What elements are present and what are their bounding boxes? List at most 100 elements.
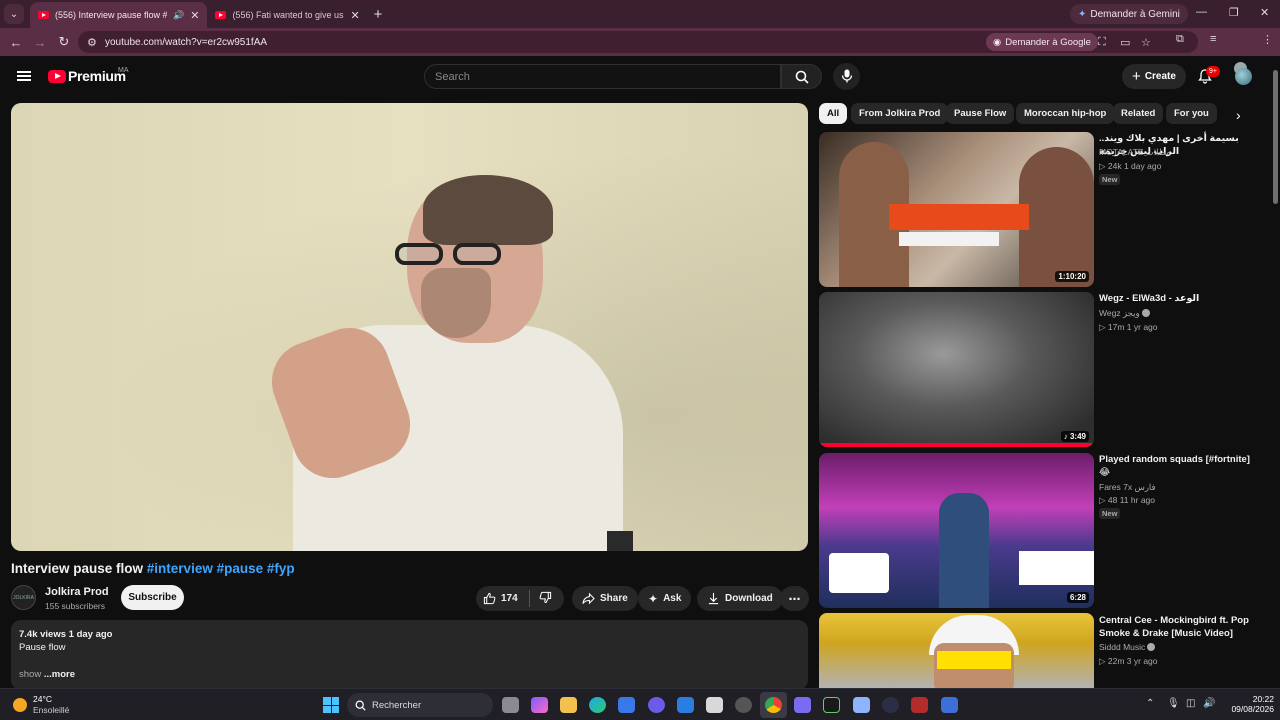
discord-icon[interactable]	[648, 697, 665, 713]
rec-title-4[interactable]: Central Cee - Mockingbird ft. Pop Smoke …	[1099, 614, 1259, 640]
maximize-icon[interactable]: ❐	[1229, 6, 1239, 19]
back-icon[interactable]: ←	[4, 35, 28, 50]
channel-name[interactable]: Jolkira Prod	[45, 586, 109, 598]
create-button[interactable]: + Create	[1122, 64, 1186, 89]
account-avatar[interactable]	[1235, 68, 1252, 85]
show-more[interactable]: show ...more	[19, 669, 75, 680]
gemini-button[interactable]: ✦ Demander à Gemini	[1070, 4, 1188, 24]
taskbar-search[interactable]: Rechercher	[347, 693, 493, 717]
rec-views-2: ▷ 17m 1 yr ago	[1099, 322, 1158, 332]
video-player[interactable]	[11, 103, 808, 551]
chevron-right-icon[interactable]: ›	[1236, 107, 1241, 123]
chip-from-channel[interactable]: From Jolkira Prod	[851, 103, 949, 124]
copilot-icon[interactable]	[531, 697, 548, 713]
bookmark-star-icon[interactable]: ☆	[1141, 36, 1151, 49]
chip-related[interactable]: Related	[1113, 103, 1164, 124]
temperature[interactable]: 24°C	[33, 694, 52, 704]
sun-weather-icon[interactable]	[13, 698, 27, 712]
tab-close-icon[interactable]: ✕	[350, 9, 359, 22]
search-input[interactable]	[425, 65, 780, 88]
thumbs-up-icon	[483, 592, 496, 605]
rec-channel-1[interactable]: MOTALATE مطلات	[1099, 147, 1171, 158]
thumb-figure	[1019, 147, 1094, 287]
tab-close-icon[interactable]: ✕	[190, 9, 199, 22]
forward-icon[interactable]: →	[28, 35, 52, 50]
search-button[interactable]	[781, 64, 822, 89]
taskbar-search-label: Rechercher	[372, 699, 422, 711]
tab-search-icon[interactable]: ⌄	[4, 4, 24, 24]
scrollbar-thumb[interactable]	[1273, 70, 1278, 204]
tray-chevron-up-icon[interactable]: ⌃	[1146, 698, 1154, 709]
obs-icon[interactable]	[882, 697, 899, 713]
store-icon[interactable]	[618, 697, 635, 713]
view-count-date: 7.4k views 1 day ago	[19, 629, 113, 640]
rec-thumbnail-1[interactable]: 1:10:20	[819, 132, 1094, 287]
chrome-icon[interactable]	[765, 697, 782, 713]
reading-list-icon[interactable]: ≡	[1210, 33, 1216, 45]
media-app-icon[interactable]	[911, 697, 928, 713]
close-window-icon[interactable]: ✕	[1260, 6, 1269, 19]
tab-inactive[interactable]: (556) Fati wanted to give us mo ✕	[207, 2, 367, 28]
microphone-tray-icon[interactable]: 🎙	[1167, 698, 1180, 709]
page-scrollbar[interactable]	[1271, 58, 1280, 688]
site-info-icon[interactable]: ⚙	[87, 36, 97, 49]
cast-icon[interactable]: ▭	[1120, 36, 1130, 49]
address-bar[interactable]: ⚙ youtube.com/watch?v=er2cw951fAA ◉ Dema…	[78, 31, 1198, 53]
gamepad-icon[interactable]	[794, 697, 811, 713]
chip-for-you[interactable]: For you	[1166, 103, 1217, 124]
clock-date: 09/08/2026	[1231, 704, 1274, 714]
rec-channel-2[interactable]: Wegz ويجز	[1099, 308, 1150, 319]
tab-active[interactable]: (556) Interview pause flow # 🔊 ✕	[30, 2, 208, 28]
more-actions-button[interactable]: ⋯	[780, 586, 809, 611]
youtube-favicon-icon	[215, 11, 227, 19]
like-button[interactable]: 174	[476, 592, 518, 605]
voice-search-button[interactable]	[833, 63, 860, 90]
download-button[interactable]: Download	[697, 586, 783, 611]
rec-thumbnail-3[interactable]: 6:28	[819, 453, 1094, 608]
volume-icon[interactable]: 🔊	[1203, 698, 1215, 709]
youtube-logo-icon[interactable]	[48, 70, 66, 83]
extensions-icon[interactable]: ⧉	[1176, 33, 1184, 46]
file-explorer-icon[interactable]	[560, 697, 577, 713]
reload-icon[interactable]: ↻	[52, 34, 76, 50]
share-button[interactable]: Share	[572, 586, 638, 611]
system-clock[interactable]: 20:22 09/08/2026	[1222, 694, 1274, 714]
rec-thumbnail-2[interactable]: ♪ 3:49	[819, 292, 1094, 447]
search-box[interactable]	[424, 64, 781, 89]
windows-start-icon[interactable]	[323, 697, 339, 713]
ask-button[interactable]: ✦ Ask	[638, 586, 692, 611]
dislike-button[interactable]	[539, 591, 552, 607]
ask-google-button[interactable]: ◉ Demander à Google	[986, 33, 1098, 51]
network-icon[interactable]: ◫	[1186, 698, 1195, 709]
hamburger-menu-icon[interactable]	[17, 71, 31, 81]
mail-icon[interactable]	[677, 697, 694, 713]
rec-title-3[interactable]: Played random squads [#fortnite] 😂	[1099, 453, 1259, 479]
weather-condition[interactable]: Ensoleillé	[33, 705, 69, 715]
nvidia-icon[interactable]	[823, 697, 840, 713]
rec-channel-4[interactable]: Siddd Music	[1099, 642, 1156, 652]
minimize-icon[interactable]: —	[1196, 6, 1207, 18]
chip-pause-flow[interactable]: Pause Flow	[946, 103, 1015, 124]
task-view-icon[interactable]	[502, 697, 519, 713]
description-box[interactable]: 7.4k views 1 day ago Pause flow show ...…	[11, 620, 808, 690]
translate-icon[interactable]: ⛶	[1098, 36, 1106, 49]
rec-channel-3[interactable]: Fares 7x فارس	[1099, 482, 1156, 493]
rec-thumbnail-4[interactable]	[819, 613, 1094, 688]
new-tab-icon[interactable]: +	[374, 6, 383, 23]
chip-all[interactable]: All	[819, 103, 848, 124]
speaker-icon[interactable]: 🔊	[173, 10, 184, 21]
launcher-icon[interactable]	[941, 697, 958, 713]
chip-moroccan-hiphop[interactable]: Moroccan hip-hop	[1016, 103, 1115, 124]
subscribe-button[interactable]: Subscribe	[121, 585, 184, 610]
steam-icon[interactable]	[735, 697, 752, 713]
rec-views-3: ▷ 48 11 hr ago	[1099, 495, 1156, 505]
menu-dots-icon[interactable]: ⋮	[1262, 33, 1273, 46]
video-hashtags[interactable]: #interview #pause #fyp	[147, 561, 295, 576]
rec-title-2[interactable]: Wegz - ElWa3d - الوعد	[1099, 292, 1259, 305]
channel-avatar[interactable]: JOLKIRA	[11, 585, 36, 610]
edge-icon[interactable]	[589, 697, 606, 713]
more-link[interactable]: ...more	[44, 669, 75, 680]
url-text[interactable]: youtube.com/watch?v=er2cw951fAA	[105, 37, 267, 48]
chat-app-icon[interactable]	[853, 697, 870, 713]
inbox-icon[interactable]	[706, 697, 723, 713]
